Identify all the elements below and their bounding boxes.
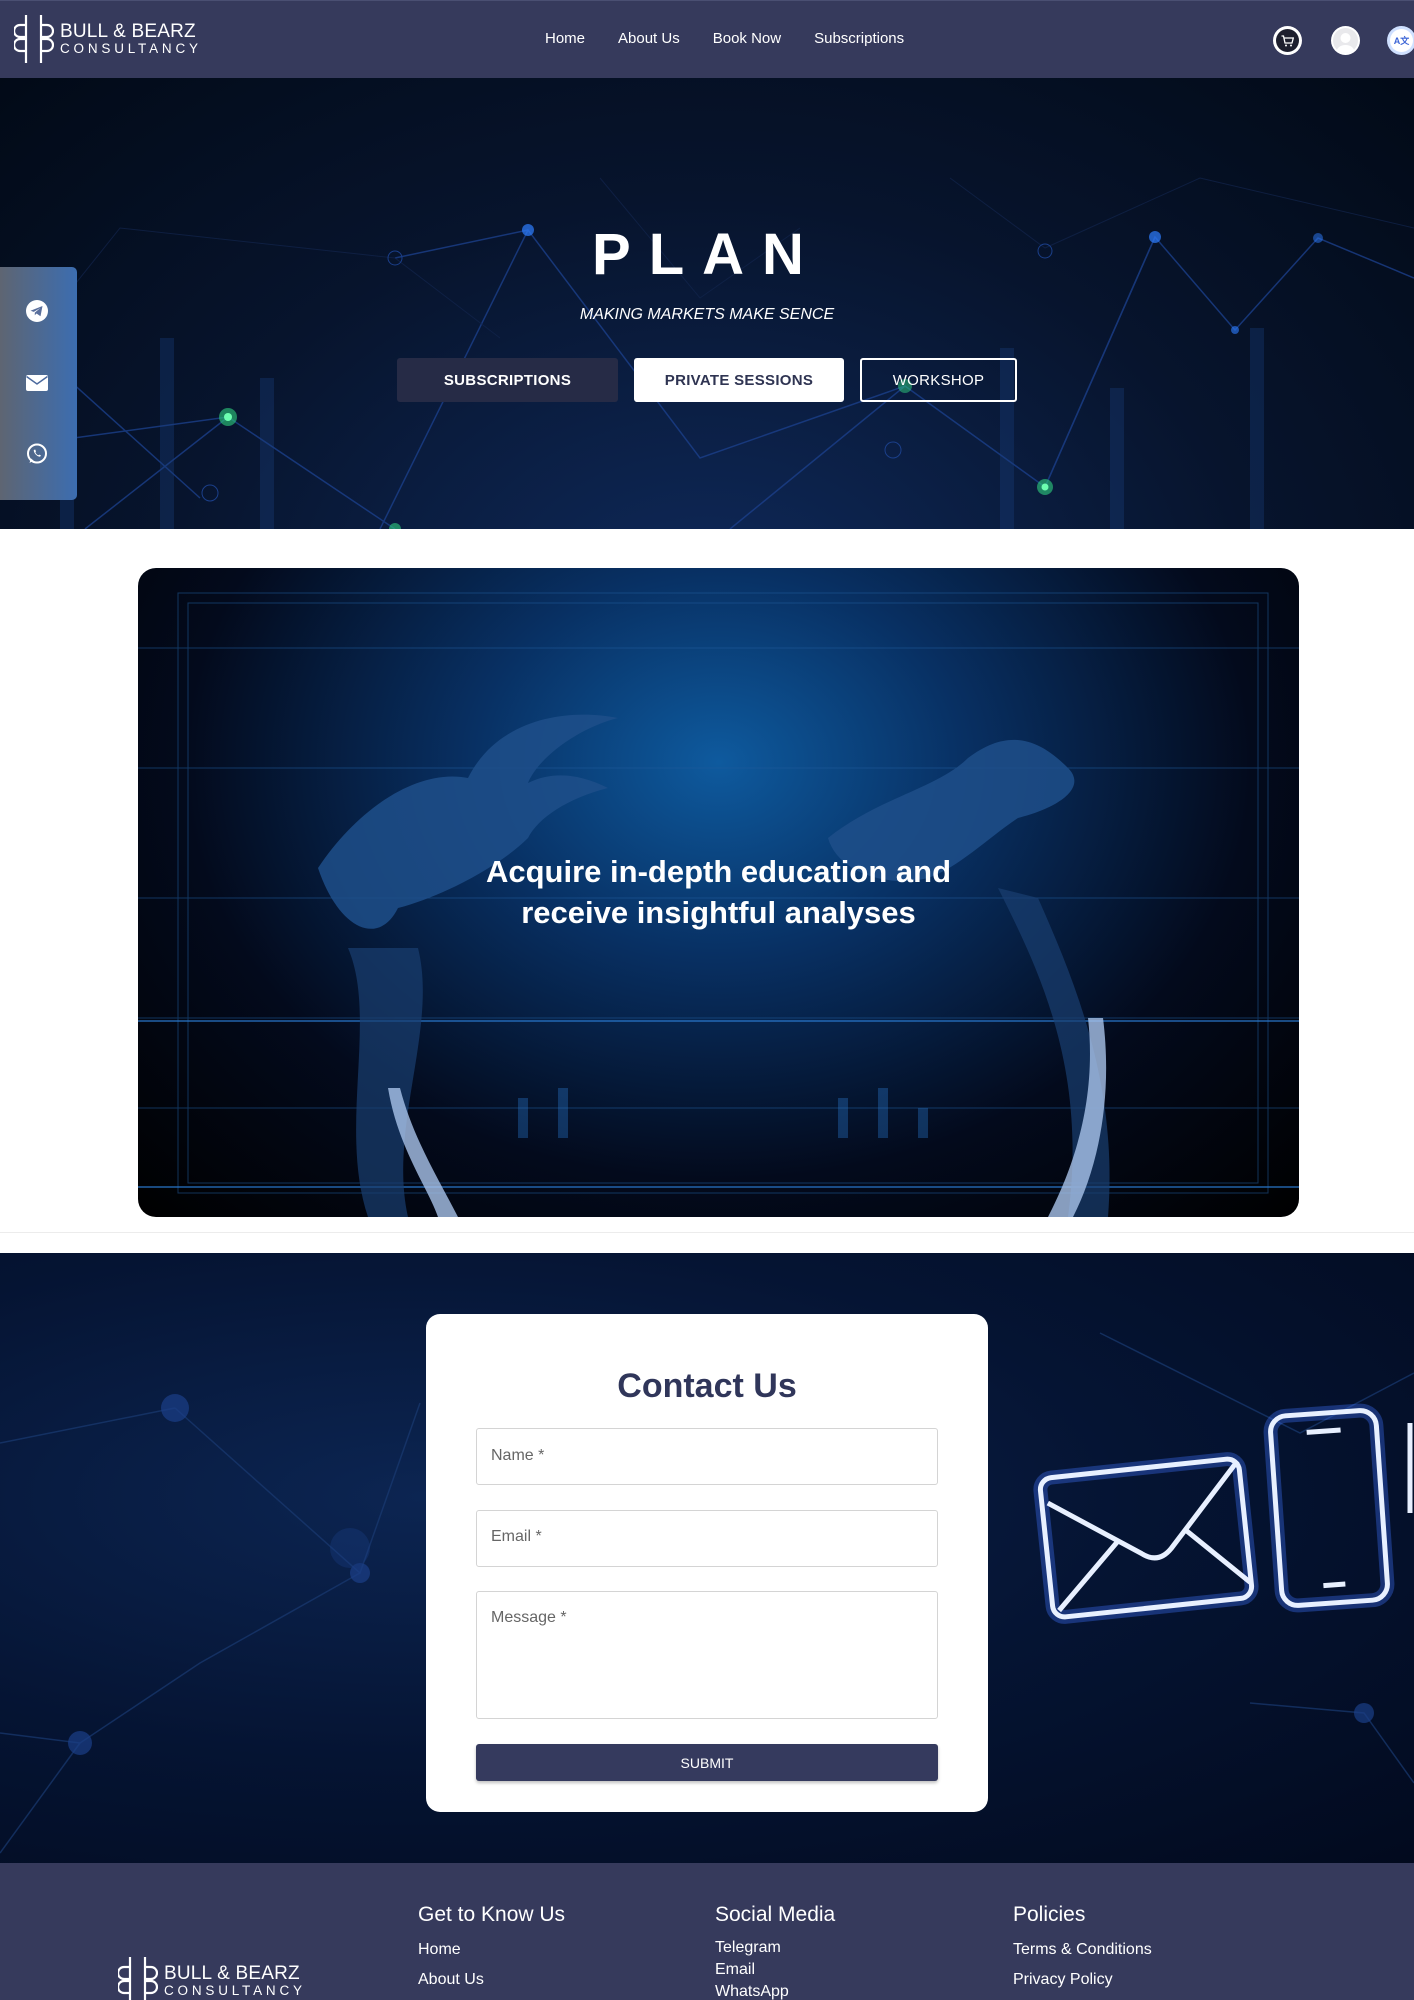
name-label: Name * <box>491 1447 545 1464</box>
footer-heading: Policies <box>1013 1903 1086 1926</box>
message-field[interactable]: Message * <box>476 1591 938 1719</box>
brand-subtitle: CONSULTANCY <box>60 41 202 57</box>
message-label: Message * <box>491 1609 567 1626</box>
footer-logo-mark-icon <box>118 1957 158 2000</box>
footer-brand-name: BULL & BEARZ <box>164 1963 300 1985</box>
translate-icon[interactable]: A文 <box>1387 26 1414 55</box>
private-sessions-button[interactable]: PRIVATE SESSIONS <box>634 358 844 402</box>
nav-link-subscriptions[interactable]: Subscriptions <box>814 30 904 47</box>
contact-form: Contact Us Name * Email * Message * SUBM… <box>426 1314 988 1812</box>
brand-text: BULL & BEARZ CONSULTANCY <box>60 22 202 56</box>
brand-logo[interactable]: BULL & BEARZ CONSULTANCY <box>14 13 202 65</box>
footer-link-email[interactable]: Email <box>715 1961 835 1979</box>
footer-link-about-us[interactable]: About Us <box>418 1971 565 1989</box>
whatsapp-icon[interactable] <box>24 441 49 466</box>
brand-name: BULL & BEARZ <box>60 21 196 43</box>
avatar-icon <box>1336 33 1355 53</box>
footer-link-terms[interactable]: Terms & Conditions <box>1013 1941 1152 1959</box>
nav-link-about-us[interactable]: About Us <box>618 30 680 47</box>
translate-glyph: A文 <box>1390 29 1413 52</box>
main-nav: Home About Us Book Now Subscriptions <box>545 30 937 47</box>
social-sidebar <box>0 267 77 500</box>
footer-brand-text: BULL & BEARZ CONSULTANCY <box>164 1964 306 1998</box>
promo-banner: Acquire in-depth education and receive i… <box>138 568 1299 1217</box>
name-field[interactable]: Name * <box>476 1428 938 1485</box>
email-icon[interactable] <box>24 370 49 395</box>
footer-link-whatsapp[interactable]: WhatsApp <box>715 1983 835 2000</box>
promo-headline-line-1: Acquire in-depth education and <box>485 854 951 889</box>
contact-title: Contact Us <box>617 1367 797 1405</box>
logo-mark-icon <box>14 15 54 63</box>
hero-tagline: MAKING MARKETS MAKE SENCE <box>579 306 835 323</box>
hero-title: PLAN <box>592 222 822 287</box>
footer-heading: Get to Know Us <box>418 1903 566 1926</box>
nav-link-book-now[interactable]: Book Now <box>713 30 781 47</box>
footer: BULL & BEARZ CONSULTANCY Get to Know Us … <box>0 1863 1414 2000</box>
subscriptions-button[interactable]: SUBSCRIPTIONS <box>397 358 618 402</box>
footer-col-social-media: Social Media Telegram Email WhatsApp <box>715 1903 835 2000</box>
hero-network-background <box>0 177 1414 529</box>
section-divider <box>0 1232 1414 1233</box>
footer-heading: Social Media <box>715 1903 836 1926</box>
footer-link-privacy[interactable]: Privacy Policy <box>1013 1971 1152 1989</box>
contact-section: Contact Us Name * Email * Message * SUBM… <box>0 1253 1414 1863</box>
footer-brand-subtitle: CONSULTANCY <box>164 1983 306 1999</box>
cart-icon[interactable] <box>1273 26 1302 55</box>
email-label: Email * <box>491 1528 542 1545</box>
user-icon[interactable] <box>1331 26 1360 55</box>
nav-link-home[interactable]: Home <box>545 30 585 47</box>
cart-glyph-icon <box>1281 34 1294 46</box>
footer-col-policies: Policies Terms & Conditions Privacy Poli… <box>1013 1903 1152 1989</box>
footer-col-get-to-know-us: Get to Know Us Home About Us <box>418 1903 565 1989</box>
footer-link-home[interactable]: Home <box>418 1941 565 1959</box>
promo-headline: Acquire in-depth education and receive i… <box>138 851 1299 933</box>
footer-logo[interactable]: BULL & BEARZ CONSULTANCY <box>118 1955 306 2000</box>
hero-section: PLAN MAKING MARKETS MAKE SENCE SUBSCRIPT… <box>0 78 1414 529</box>
email-field[interactable]: Email * <box>476 1510 938 1567</box>
submit-button[interactable]: SUBMIT <box>476 1744 938 1781</box>
navbar: BULL & BEARZ CONSULTANCY Home About Us B… <box>0 0 1414 78</box>
workshop-button[interactable]: WORKSHOP <box>860 358 1017 402</box>
footer-link-telegram[interactable]: Telegram <box>715 1939 835 1957</box>
promo-headline-line-2: receive insightful analyses <box>521 895 916 930</box>
telegram-icon[interactable] <box>24 298 49 323</box>
